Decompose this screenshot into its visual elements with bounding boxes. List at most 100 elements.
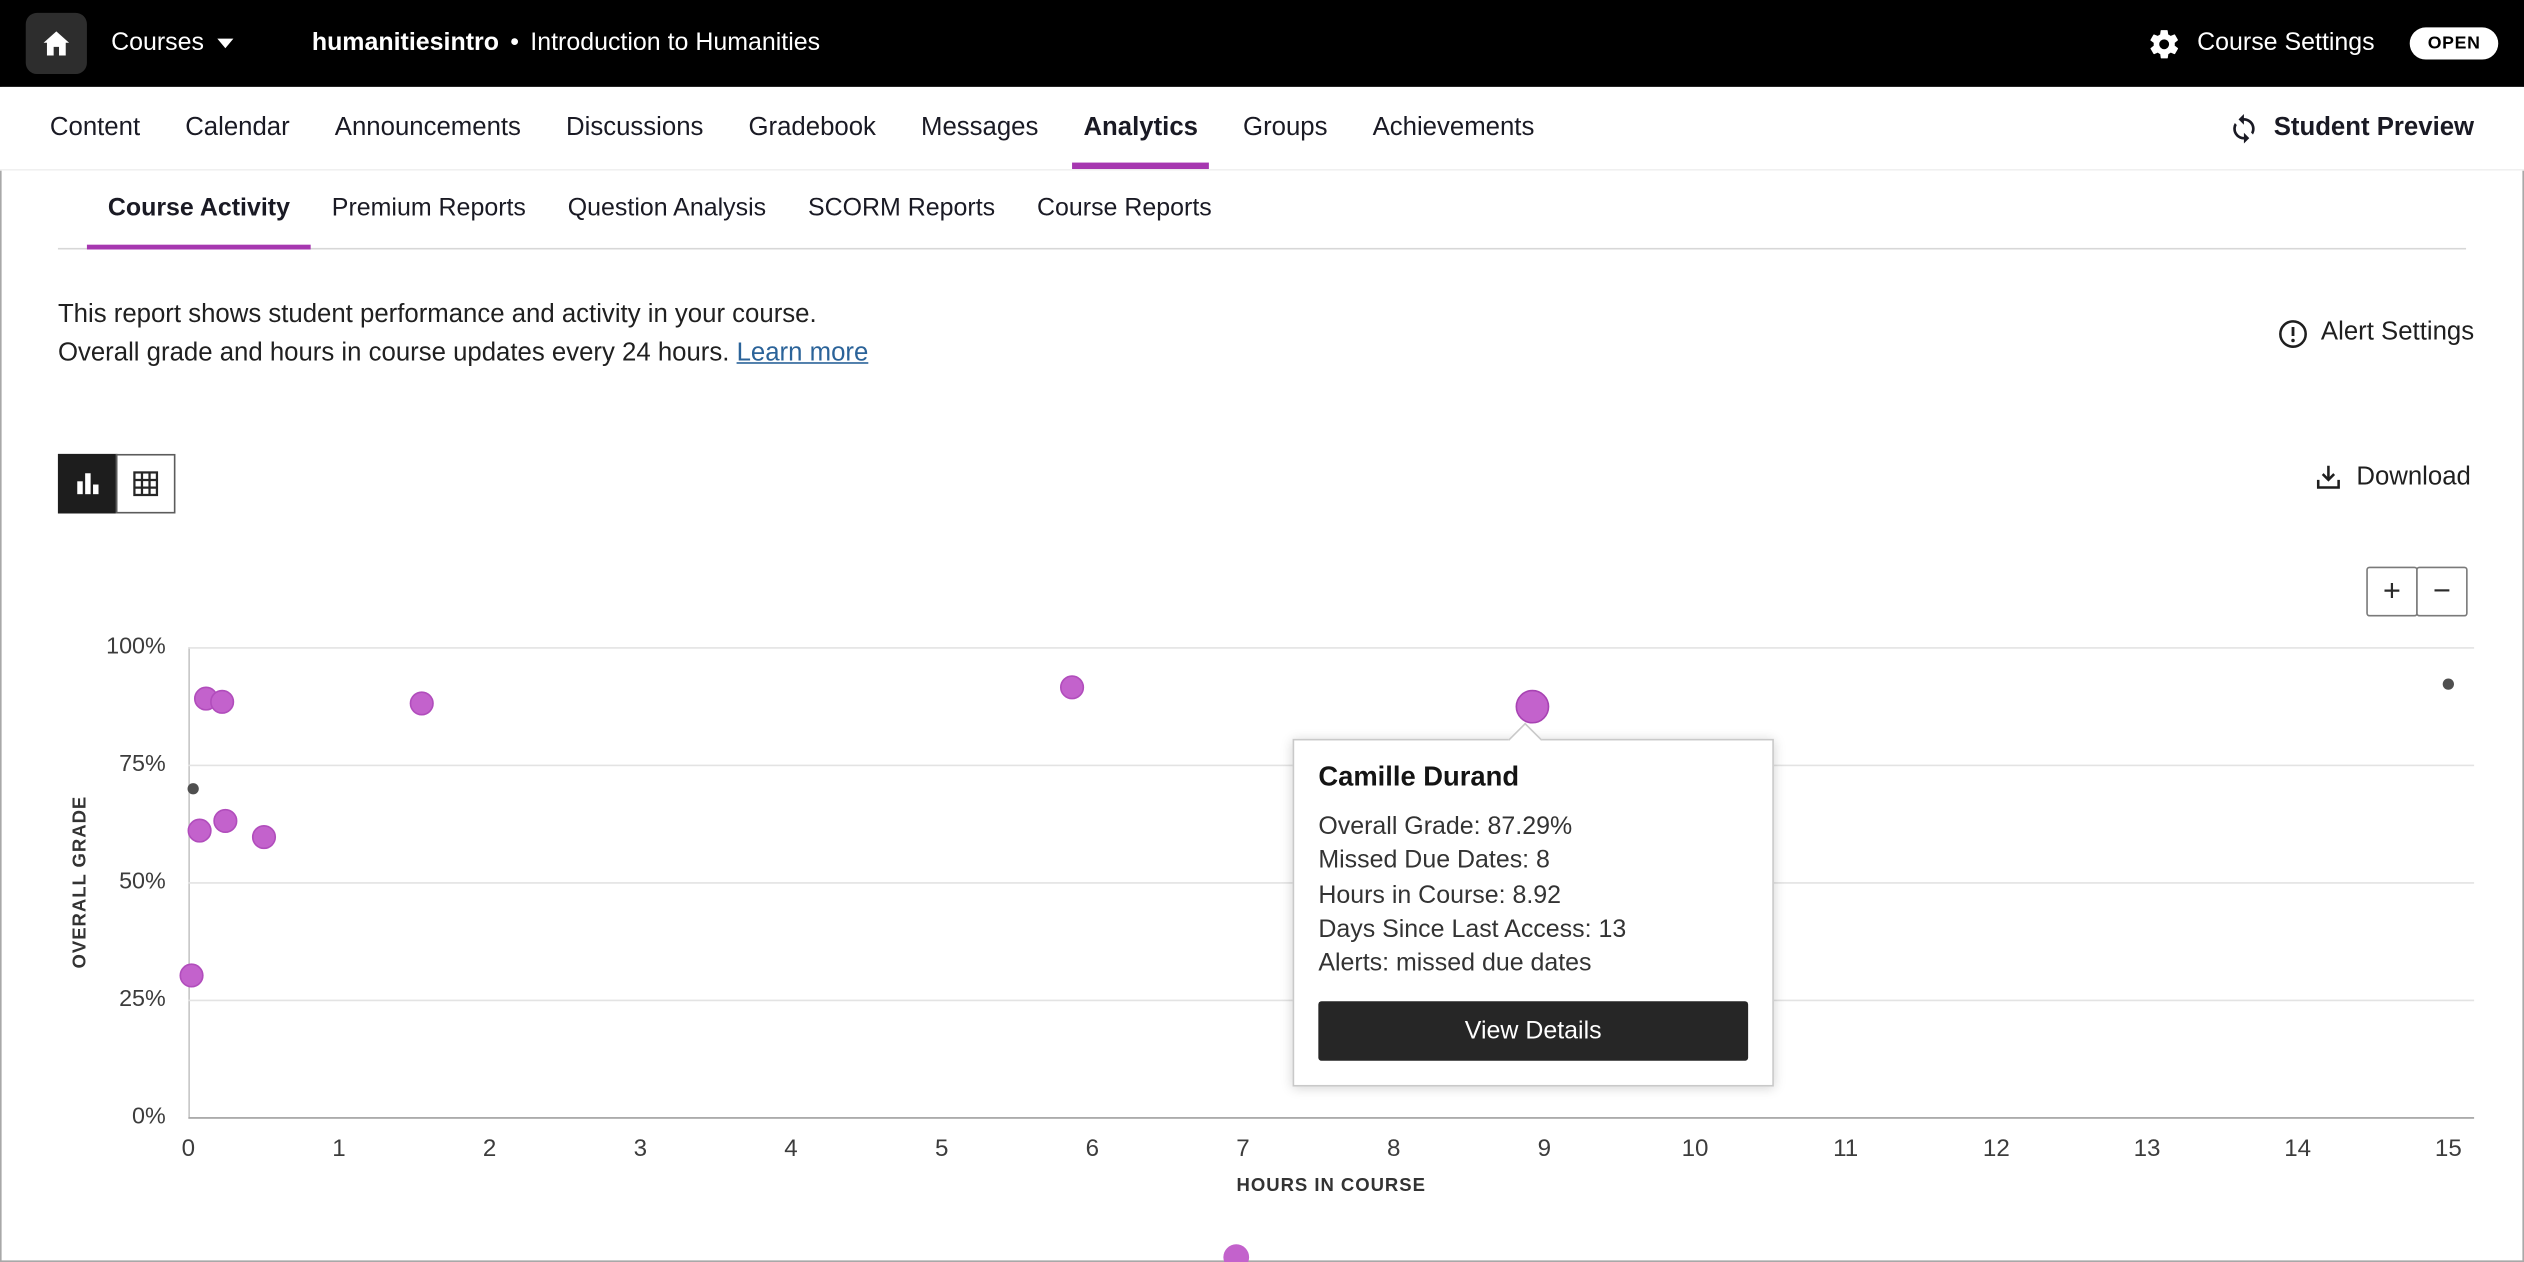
bar-chart-icon xyxy=(74,470,101,497)
alert-icon xyxy=(2276,316,2310,350)
tab-gradebook[interactable]: Gradebook xyxy=(748,87,875,169)
data-point[interactable] xyxy=(209,689,233,713)
tab-label: Announcements xyxy=(335,113,521,142)
gridline xyxy=(188,1116,2474,1118)
x-tick-label: 10 xyxy=(1682,1135,1709,1162)
data-point[interactable] xyxy=(1061,675,1085,699)
tab-groups[interactable]: Groups xyxy=(1243,87,1327,169)
tab-analytics[interactable]: Analytics xyxy=(1083,87,1198,169)
topbar-right: Course Settings OPEN xyxy=(2147,27,2498,61)
view-toggle-group xyxy=(58,454,176,514)
subtab-course-activity[interactable]: Course Activity xyxy=(87,171,311,248)
x-tick-label: 1 xyxy=(332,1135,345,1162)
report-description-line1: This report shows student performance an… xyxy=(58,296,868,335)
chart-view-button[interactable] xyxy=(58,454,118,514)
tab-content[interactable]: Content xyxy=(50,87,140,169)
view-details-button[interactable]: View Details xyxy=(1318,1002,1748,1062)
home-button[interactable] xyxy=(26,13,87,74)
courses-dropdown[interactable]: Courses xyxy=(111,29,233,58)
courses-label: Courses xyxy=(111,29,204,58)
home-icon xyxy=(40,27,72,59)
y-tick-label: 25% xyxy=(72,987,165,1013)
x-tick-label: 3 xyxy=(634,1135,647,1162)
data-point[interactable] xyxy=(410,691,434,715)
tab-achievements[interactable]: Achievements xyxy=(1373,87,1535,169)
tab-label: Analytics xyxy=(1083,113,1198,142)
subtab-label: SCORM Reports xyxy=(808,195,995,224)
tab-announcements[interactable]: Announcements xyxy=(335,87,521,169)
x-tick-label: 7 xyxy=(1236,1135,1249,1162)
data-point[interactable] xyxy=(252,825,276,849)
table-icon xyxy=(132,470,159,497)
data-point[interactable] xyxy=(187,782,198,793)
table-view-button[interactable] xyxy=(116,454,176,514)
report-description-line2: Overall grade and hours in course update… xyxy=(58,335,868,374)
data-point[interactable] xyxy=(179,964,203,988)
zoom-out-button[interactable]: − xyxy=(2416,567,2468,617)
course-nav: Content Calendar Announcements Discussio… xyxy=(0,87,2524,171)
data-point[interactable] xyxy=(214,809,238,833)
course-name: Introduction to Humanities xyxy=(530,29,820,58)
report-description-line2-text: Overall grade and hours in course update… xyxy=(58,340,729,367)
tab-discussions[interactable]: Discussions xyxy=(566,87,703,169)
x-tick-label: 13 xyxy=(2134,1135,2161,1162)
learn-more-link[interactable]: Learn more xyxy=(737,340,869,367)
download-icon xyxy=(2313,462,2344,493)
course-id: humanitiesintro xyxy=(312,29,499,58)
tab-label: Gradebook xyxy=(748,113,875,142)
data-point-selected[interactable] xyxy=(1515,690,1549,724)
x-tick-label: 6 xyxy=(1086,1135,1099,1162)
tooltip-row-missed-due-dates: Missed Due Dates: 8 xyxy=(1318,844,1748,878)
x-tick-label: 8 xyxy=(1387,1135,1400,1162)
course-settings-button[interactable]: Course Settings xyxy=(2197,29,2375,58)
x-tick-label: 4 xyxy=(784,1135,797,1162)
alert-settings-button[interactable]: Alert Settings xyxy=(2276,312,2474,354)
zoom-in-button[interactable]: + xyxy=(2366,567,2418,617)
subtab-premium-reports[interactable]: Premium Reports xyxy=(311,171,547,248)
zoom-controls: + − xyxy=(2366,567,2467,617)
data-point[interactable] xyxy=(188,818,212,842)
tooltip-row-alerts: Alerts: missed due dates xyxy=(1318,947,1748,981)
refresh-icon xyxy=(2227,112,2259,144)
tab-label: Achievements xyxy=(1373,113,1535,142)
x-tick-label: 0 xyxy=(182,1135,195,1162)
tab-label: Groups xyxy=(1243,113,1327,142)
tab-label: Messages xyxy=(921,113,1038,142)
subtab-label: Premium Reports xyxy=(332,195,526,224)
partial-data-point[interactable] xyxy=(1223,1244,1249,1262)
x-tick-label: 15 xyxy=(2435,1135,2462,1162)
tab-label: Content xyxy=(50,113,140,142)
subtab-scorm-reports[interactable]: SCORM Reports xyxy=(787,171,1016,248)
tooltip-student-name: Camille Durand xyxy=(1318,761,1748,793)
y-tick-label: 0% xyxy=(72,1104,165,1130)
x-axis-title: HOURS IN COURSE xyxy=(1237,1177,1426,1196)
data-point[interactable] xyxy=(2443,679,2454,690)
gear-icon[interactable] xyxy=(2147,27,2181,61)
y-tick-label: 50% xyxy=(72,869,165,895)
tooltip-row-overall-grade: Overall Grade: 87.29% xyxy=(1318,810,1748,844)
student-tooltip: Camille Durand Overall Grade: 87.29% Mis… xyxy=(1293,739,1774,1087)
subtab-course-reports[interactable]: Course Reports xyxy=(1016,171,1233,248)
tab-messages[interactable]: Messages xyxy=(921,87,1038,169)
download-button[interactable]: Download xyxy=(2313,462,2471,493)
chevron-down-icon xyxy=(217,39,233,49)
tab-calendar[interactable]: Calendar xyxy=(185,87,290,169)
tooltip-row-days-since-access: Days Since Last Access: 13 xyxy=(1318,913,1748,947)
x-tick-label: 9 xyxy=(1538,1135,1551,1162)
subtab-label: Course Activity xyxy=(108,195,290,224)
app-window: Courses humanitiesintro • Introduction t… xyxy=(0,0,2524,1262)
subtab-question-analysis[interactable]: Question Analysis xyxy=(547,171,787,248)
x-tick-label: 2 xyxy=(483,1135,496,1162)
analytics-subnav: Course Activity Premium Reports Question… xyxy=(58,171,2466,250)
screen: Courses humanitiesintro • Introduction t… xyxy=(0,0,2524,1262)
student-preview-button[interactable]: Student Preview xyxy=(2227,87,2474,169)
course-open-badge: OPEN xyxy=(2410,27,2498,59)
subtab-label: Course Reports xyxy=(1037,195,1212,224)
top-bar: Courses humanitiesintro • Introduction t… xyxy=(0,0,2524,87)
y-tick-label: 75% xyxy=(72,752,165,778)
tab-label: Discussions xyxy=(566,113,703,142)
download-label: Download xyxy=(2356,463,2471,492)
breadcrumb-separator: • xyxy=(510,29,519,58)
x-tick-label: 11 xyxy=(1833,1135,1858,1162)
report-description: This report shows student performance an… xyxy=(58,296,868,373)
